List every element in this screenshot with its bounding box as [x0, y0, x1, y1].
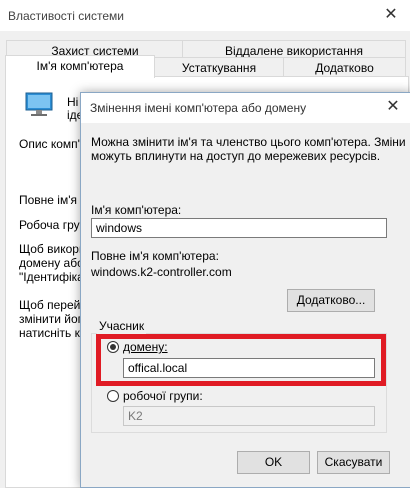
bg-info-line6: натисніть кн	[19, 326, 87, 340]
rename-dialog: Змінення імені комп'ютера або домену ✕ М…	[80, 92, 410, 488]
tab-label: Додатково	[315, 61, 374, 75]
bg-info-line5: змінити його	[19, 312, 89, 326]
bg-full-name-label: Повне ім'я к	[19, 193, 86, 207]
full-name-value: windows.k2-controller.com	[91, 265, 232, 279]
tab-advanced[interactable]: Додатково	[283, 57, 406, 78]
domain-input[interactable]	[123, 358, 375, 378]
computer-icon	[25, 92, 53, 116]
bg-info-line3: "Ідентифікат	[19, 270, 90, 284]
radio-selected-dot	[110, 344, 116, 350]
bg-workgroup-label: Робоча груп	[19, 218, 87, 232]
domain-radio[interactable]	[107, 341, 119, 353]
system-properties-title: Властивості системи	[8, 9, 124, 23]
tab-label: Віддалене використання	[225, 44, 363, 58]
computer-name-label: Ім'я комп'ютера:	[91, 203, 182, 217]
workgroup-radio[interactable]	[107, 390, 119, 402]
more-button[interactable]: Додатково...	[287, 289, 375, 312]
dialog-intro-line1: Можна змінити ім'я та членство цього ком…	[91, 135, 406, 149]
dialog-titlebar: Змінення імені комп'ютера або домену ✕	[81, 93, 410, 123]
tab-hardware[interactable]: Устаткування	[153, 57, 285, 78]
dialog-title: Змінення імені комп'ютера або домену	[90, 101, 307, 115]
tab-label: Ім'я комп'ютера	[36, 59, 124, 73]
close-icon[interactable]: ✕	[384, 98, 402, 116]
system-properties-titlebar: Властивості системи ✕	[0, 0, 410, 31]
tab-label: Устаткування	[181, 61, 257, 75]
cancel-button[interactable]: Скасувати	[317, 451, 390, 474]
workgroup-input[interactable]	[123, 406, 375, 426]
bg-description-label: Опис комп'	[19, 137, 80, 151]
workgroup-radio-label[interactable]: робочої групи:	[123, 389, 203, 404]
full-name-label: Повне ім'я комп'ютера:	[91, 249, 219, 263]
tab-computer-name[interactable]: Ім'я комп'ютера	[5, 55, 155, 78]
member-of-label: Учасник	[97, 319, 147, 334]
computer-name-input[interactable]	[91, 218, 387, 238]
bg-info-line1: Щоб викори	[19, 242, 86, 256]
ok-button[interactable]: OK	[237, 451, 310, 474]
dialog-intro-line2: можуть вплинути на доступ до мережевих р…	[91, 149, 381, 163]
domain-radio-label[interactable]: домену:	[123, 340, 168, 355]
close-icon[interactable]: ✕	[382, 6, 400, 24]
